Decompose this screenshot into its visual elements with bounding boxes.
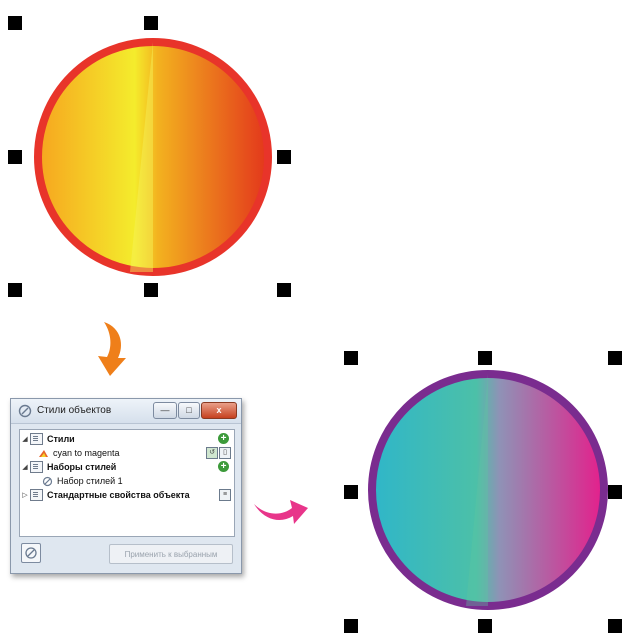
selection-handle-left[interactable] <box>344 485 358 499</box>
style-brush-icon <box>18 404 32 418</box>
selection-handle-bottom-left[interactable] <box>344 619 358 633</box>
apply-to-selected-label: Применить к выбранным <box>124 549 218 559</box>
selection-handle-top-left[interactable] <box>344 351 358 365</box>
maximize-icon: □ <box>186 405 192 415</box>
selection-handle-right[interactable] <box>277 150 291 164</box>
style-set-icon <box>42 476 53 486</box>
selection-handle-top[interactable] <box>144 16 158 30</box>
minimize-button[interactable]: — <box>153 402 177 419</box>
docker-bottom-bar: Применить к выбранным <box>19 541 233 567</box>
default-properties-icon <box>30 489 43 501</box>
docker-titlebar: Стили объектов — □ x <box>11 399 241 424</box>
selection-handle-bottom[interactable] <box>478 619 492 633</box>
delete-style-icon[interactable]: ▯ <box>219 447 231 459</box>
styled-object[interactable] <box>336 348 626 637</box>
apply-style-icon[interactable]: ↺ <box>206 447 218 459</box>
style-options-button[interactable] <box>21 543 41 563</box>
tree-item-style-set-label: Набор стилей 1 <box>57 476 123 486</box>
tree-node-default-properties-label: Стандартные свойства объекта <box>47 490 190 500</box>
styles-folder-icon <box>30 433 43 445</box>
close-icon: x <box>216 405 222 415</box>
selection-handle-left[interactable] <box>8 150 22 164</box>
tree-node-styles-label: Стили <box>47 434 75 444</box>
selection-handle-bottom-right[interactable] <box>608 619 622 633</box>
original-circle[interactable] <box>0 0 300 300</box>
docker-title: Стили объектов <box>37 405 112 416</box>
close-button[interactable]: x <box>201 402 237 419</box>
add-style-icon[interactable]: + <box>218 433 229 444</box>
minimize-icon: — <box>160 405 170 415</box>
fill-style-icon <box>39 449 48 457</box>
selection-handle-top-right[interactable] <box>608 351 622 365</box>
selection-handle-bottom-right[interactable] <box>277 283 291 297</box>
arrow-right-icon <box>254 500 308 524</box>
tree-node-default-properties[interactable]: ▷ Стандартные свойства объекта <box>22 488 190 502</box>
object-styles-docker: Стили объектов — □ x ◢ Стили + cyan to m… <box>10 398 242 574</box>
collapse-triangle-icon[interactable]: ▷ <box>22 491 28 499</box>
arrow-down-icon <box>98 322 126 376</box>
styles-tree-panel: ◢ Стили + cyan to magenta ↺ ▯ ◢ Наборы с… <box>19 429 235 537</box>
style-sets-folder-icon <box>30 461 43 473</box>
tree-item-style[interactable]: cyan to magenta <box>38 446 120 460</box>
maximize-button[interactable]: □ <box>178 402 200 419</box>
styled-circle[interactable] <box>336 348 626 637</box>
selection-handle-top-left[interactable] <box>8 16 22 30</box>
original-object[interactable] <box>0 0 300 300</box>
tree-item-style-set[interactable]: Набор стилей 1 <box>42 474 123 488</box>
expand-triangle-icon[interactable]: ◢ <box>22 463 28 471</box>
tree-node-style-sets-label: Наборы стилей <box>47 462 117 472</box>
selection-handle-right[interactable] <box>608 485 622 499</box>
style-options-icon <box>25 547 37 559</box>
default-properties-options-icon[interactable]: ≡ <box>219 489 231 501</box>
add-style-set-icon[interactable]: + <box>218 461 229 472</box>
tree-item-style-label: cyan to magenta <box>53 448 120 458</box>
selection-handle-bottom[interactable] <box>144 283 158 297</box>
expand-triangle-icon[interactable]: ◢ <box>22 435 28 443</box>
selection-handle-bottom-left[interactable] <box>8 283 22 297</box>
apply-to-selected-button[interactable]: Применить к выбранным <box>109 544 233 564</box>
selection-handle-top[interactable] <box>478 351 492 365</box>
tree-node-styles[interactable]: ◢ Стили <box>22 432 75 446</box>
tree-node-style-sets[interactable]: ◢ Наборы стилей <box>22 460 116 474</box>
